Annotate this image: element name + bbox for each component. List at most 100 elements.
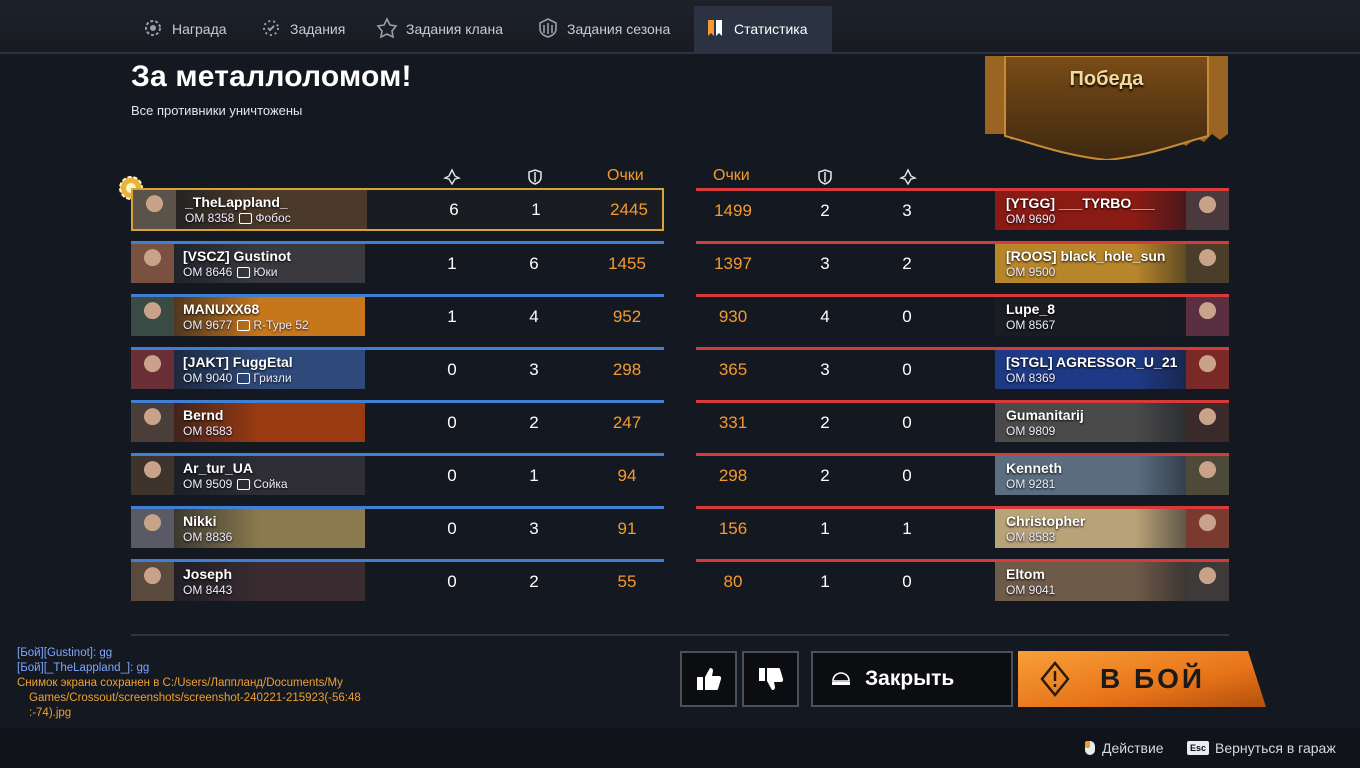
kills-value: 1 (447, 307, 457, 326)
back-to-garage-label: Вернуться в гараж (1215, 740, 1336, 756)
avatar (131, 456, 174, 495)
clan-tag: Гризли (237, 371, 292, 385)
kills-value: 0 (902, 413, 912, 432)
player-banner: [STGL] AGRESSOR_U_21 ОМ 8369 (995, 350, 1229, 389)
power-score: ОМ 8583 (1006, 530, 1056, 544)
ally-player-row[interactable]: _TheLappland_ ОМ 8358 Фобос 6 1 2445 (131, 188, 664, 231)
clan-emblem-icon (237, 266, 251, 278)
avatar (131, 509, 174, 548)
score-value: 80 (723, 572, 743, 591)
player-meta: ОМ 9040 Гризли (183, 371, 292, 385)
player-meta: ОМ 9509 Сойка (183, 477, 288, 491)
like-button[interactable] (680, 651, 737, 707)
assists-shield-icon (818, 169, 832, 185)
thumbs-down-icon (758, 668, 783, 690)
player-banner: Kenneth ОМ 9281 (995, 456, 1229, 495)
player-name: Lupe_8 (1006, 301, 1056, 317)
player-meta: ОМ 9281 (1006, 477, 1055, 491)
chat-message: [Бой][Gustinot]: gg (17, 647, 113, 659)
kills-value: 2 (902, 254, 912, 273)
tab-label: Статистика (734, 21, 808, 37)
tab-reward[interactable]: Награда (132, 6, 244, 52)
chat-log: [Бой][Gustinot]: gg [Бой][_TheLappland_]… (17, 646, 407, 721)
kills-value: 0 (902, 307, 912, 326)
ally-player-row[interactable]: Ar_tur_UA ОМ 9509 Сойка 0 1 94 (131, 453, 664, 495)
ally-player-row[interactable]: MANUXX68 ОМ 9677 R-Type 52 1 4 952 (131, 294, 664, 336)
assists-value: 2 (529, 572, 539, 591)
avatar (131, 403, 174, 442)
kills-value: 0 (902, 466, 912, 485)
avatar (1186, 191, 1229, 230)
player-name: [VSCZ] Gustinot (183, 248, 292, 264)
score-value: 94 (617, 466, 637, 485)
system-line: Games/Crossout/screenshots/screenshot-24… (29, 692, 361, 704)
player-name: Joseph (183, 566, 233, 582)
tab-clan-tasks[interactable]: Задания клана (366, 6, 516, 52)
player-meta: ОМ 8646 Юки (183, 265, 277, 279)
kills-icon (899, 168, 917, 186)
score-value: 2445 (610, 200, 648, 219)
player-meta: ОМ 8443 (183, 583, 232, 597)
avatar (1186, 244, 1229, 283)
power-score: ОМ 9809 (1006, 424, 1056, 438)
assists-shield-icon (528, 169, 542, 185)
enemy-player-row[interactable]: Eltom ОМ 9041 80 1 0 (696, 559, 1229, 601)
system-line: Снимок экрана сохранен в C:/Users/Лаппла… (17, 677, 343, 689)
power-score: ОМ 9040 (183, 371, 233, 385)
enemy-player-row[interactable]: [STGL] AGRESSOR_U_21 ОМ 8369 365 3 0 (696, 347, 1229, 389)
player-meta: ОМ 9690 (1006, 212, 1055, 226)
tab-tasks[interactable]: Задания (250, 6, 360, 52)
score-value: 298 (718, 466, 748, 485)
player-banner: Ar_tur_UA ОМ 9509 Сойка (131, 456, 365, 495)
enemy-player-row[interactable]: Lupe_8 ОМ 8567 930 4 0 (696, 294, 1229, 336)
kills-value: 1 (447, 254, 457, 273)
score-value: 1455 (608, 254, 646, 273)
clan-tag: Фобос (239, 211, 291, 225)
tab-statistics[interactable]: Статистика (694, 6, 832, 52)
clan-emblem-icon (237, 319, 251, 331)
avatar (1186, 456, 1229, 495)
clan-emblem-icon (237, 478, 251, 490)
tab-season-tasks[interactable]: Задания сезона (527, 6, 682, 52)
clan-name: R-Type 52 (253, 318, 309, 332)
enemy-player-row[interactable]: [YTGG] ___TYRBO___ ОМ 9690 1499 2 3 (696, 188, 1229, 230)
clan-name: Фобос (255, 211, 291, 225)
close-button[interactable]: Закрыть (811, 651, 1013, 707)
assists-value: 3 (529, 519, 539, 538)
ally-player-row[interactable]: [JAKT] FuggEtal ОМ 9040 Гризли 0 3 298 (131, 347, 664, 389)
action-hint-label: Действие (1102, 740, 1164, 756)
power-score: ОМ 9509 (183, 477, 233, 491)
player-name: Eltom (1006, 566, 1045, 582)
ally-player-row[interactable]: Nikki ОМ 8836 0 3 91 (131, 506, 664, 548)
ally-player-row[interactable]: Bernd ОМ 8583 0 2 247 (131, 400, 664, 442)
ally-player-row[interactable]: [VSCZ] Gustinot ОМ 8646 Юки 1 6 1455 (131, 241, 664, 283)
dislike-button[interactable] (742, 651, 799, 707)
enemy-player-row[interactable]: Gumanitarij ОМ 9809 331 2 0 (696, 400, 1229, 442)
kills-icon (443, 168, 461, 186)
power-score: ОМ 9500 (1006, 265, 1056, 279)
avatar (131, 297, 174, 336)
power-score: ОМ 8836 (183, 530, 233, 544)
player-banner: [YTGG] ___TYRBO___ ОМ 9690 (995, 191, 1229, 230)
tab-label: Задания сезона (567, 21, 671, 37)
player-name: Nikki (183, 513, 217, 529)
system-line: :-74).jpg (29, 707, 72, 719)
avatar (1186, 509, 1229, 548)
back-to-garage-hint[interactable]: Esc Вернуться в гараж (1187, 740, 1336, 756)
left-score-header: Очки (607, 167, 644, 184)
clan-name: Гризли (253, 371, 292, 385)
player-banner: Nikki ОМ 8836 (131, 509, 365, 548)
avatar (1186, 350, 1229, 389)
score-value: 156 (718, 519, 748, 538)
action-hint[interactable]: Действие (1084, 740, 1164, 756)
assists-value: 1 (531, 200, 541, 219)
ally-player-row[interactable]: Joseph ОМ 8443 0 2 55 (131, 559, 664, 601)
enemy-player-row[interactable]: Kenneth ОМ 9281 298 2 0 (696, 453, 1229, 495)
enemy-player-row[interactable]: Christopher ОМ 8583 156 1 1 (696, 506, 1229, 548)
enemy-player-row[interactable]: [ROOS] black_hole_sun ОМ 9500 1397 3 2 (696, 241, 1229, 283)
player-name: Christopher (1006, 513, 1086, 529)
avatar (131, 244, 174, 283)
avatar (133, 190, 176, 229)
kills-value: 0 (447, 413, 457, 432)
kills-value: 0 (447, 519, 457, 538)
